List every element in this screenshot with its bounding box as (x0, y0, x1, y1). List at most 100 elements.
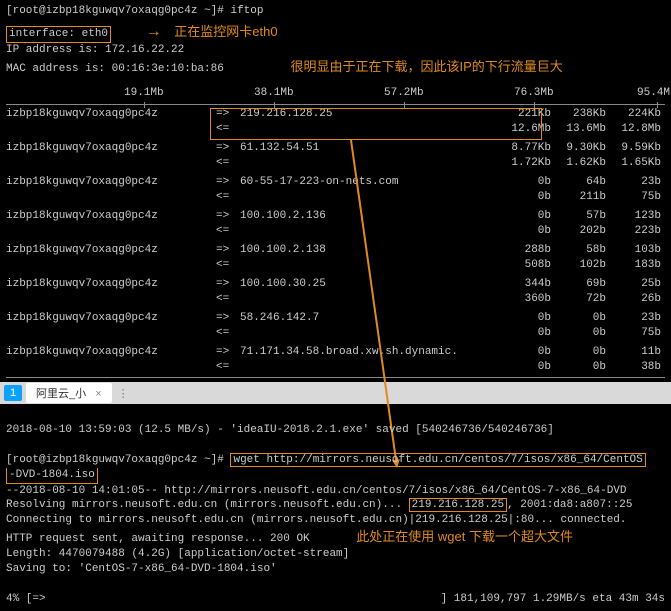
rate: 103b (606, 243, 665, 258)
flow-rx: <=0b211b75b (6, 190, 665, 205)
tab-active[interactable]: 阿里云_小 × (26, 383, 112, 403)
rate: 202b (551, 224, 606, 239)
tab-status-badge[interactable]: 1 (4, 385, 22, 401)
wget-terminal: 2018-08-10 13:59:03 (12.5 MB/s) - 'ideaI… (0, 404, 671, 610)
dir-tx-icon: => (216, 209, 240, 224)
wget-output: --2018-08-10 14:01:05-- http://mirrors.n… (6, 484, 665, 499)
host: izbp18kguwqv7oxaqg0pc4z (6, 345, 216, 360)
flow-tx: izbp18kguwqv7oxaqg0pc4z=>58.246.142.70b0… (6, 311, 665, 326)
tab-menu-icon[interactable]: ⋮ (118, 387, 129, 400)
rate: 0b (551, 360, 606, 375)
rate: 26b (606, 292, 665, 307)
rate: 57b (551, 209, 606, 224)
rate: 0b (496, 190, 551, 205)
flow-rx: <=0b202b223b (6, 224, 665, 239)
tab-bar: 1 阿里云_小 × ⋮ (0, 382, 671, 404)
wget-output-row: HTTP request sent, awaiting response... … (6, 528, 665, 547)
flow-rows: izbp18kguwqv7oxaqg0pc4z=>219.216.128.252… (6, 107, 665, 375)
flow-rx: <=0b0b38b (6, 360, 665, 375)
saved-line: 2018-08-10 13:59:03 (12.5 MB/s) - 'ideaI… (6, 423, 665, 438)
rate: 223b (606, 224, 665, 239)
interface-label-box: interface: eth0 (6, 26, 111, 43)
dir-rx-icon: <= (216, 122, 240, 137)
wget-output: Resolving mirrors.neusoft.edu.cn (mirror… (6, 498, 665, 513)
rate: 0b (496, 326, 551, 341)
arrow-icon: → (146, 23, 162, 40)
iftop-terminal: [root@izbp18kguwqv7oxaqg0pc4z ~]# iftop … (0, 0, 671, 382)
progress-line: 4% [=> ] 181,109,797 1.29MB/s eta 43m 34… (6, 592, 665, 607)
rate: 102b (551, 258, 606, 273)
tab-close-icon[interactable]: × (95, 388, 101, 400)
dir-tx-icon: => (216, 175, 240, 190)
rate: 9.59Kb (606, 141, 665, 156)
wget-output: Connecting to mirrors.neusoft.edu.cn (mi… (6, 513, 665, 528)
host: izbp18kguwqv7oxaqg0pc4z (6, 209, 216, 224)
flow-tx: izbp18kguwqv7oxaqg0pc4z=>100.100.30.2534… (6, 277, 665, 292)
dir-tx-icon: => (216, 243, 240, 258)
flow-rx: <=1.72Kb1.62Kb1.65Kb (6, 156, 665, 171)
divider (6, 377, 665, 378)
host: izbp18kguwqv7oxaqg0pc4z (6, 311, 216, 326)
rate: 0b (496, 345, 551, 360)
dir-tx-icon: => (216, 345, 240, 360)
annotation-monitoring: 正在监控网卡eth0 (174, 24, 277, 39)
peer: 60-55-17-223-on-nets.com (240, 175, 496, 190)
flow-rx: <=360b72b26b (6, 292, 665, 307)
dir-tx-icon: => (216, 311, 240, 326)
host: izbp18kguwqv7oxaqg0pc4z (6, 277, 216, 292)
rate: 1.72Kb (496, 156, 551, 171)
scale-tick: 19.1Mb (124, 86, 164, 101)
rate: 64b (551, 175, 606, 190)
rate: 224Kb (606, 107, 665, 122)
tab-label: 阿里云_小 (36, 388, 86, 400)
interface-row: interface: eth0 → 正在监控网卡eth0 (6, 21, 665, 43)
rate: 38b (606, 360, 665, 375)
prompt-user: root@izbp18kguwqv7oxaqg0pc4z (13, 454, 198, 466)
rate: 9.30Kb (551, 141, 606, 156)
prompt-line: [root@izbp18kguwqv7oxaqg0pc4z ~]# iftop (6, 4, 665, 19)
rate: 75b (606, 190, 665, 205)
dir-tx-icon: => (216, 277, 240, 292)
command: iftop (230, 5, 263, 17)
rate: 0b (496, 175, 551, 190)
rate: 58b (551, 243, 606, 258)
scale-tick: 76.3Mb (514, 86, 554, 101)
peer: 58.246.142.7 (240, 311, 496, 326)
host: izbp18kguwqv7oxaqg0pc4z (6, 141, 216, 156)
flow-tx: izbp18kguwqv7oxaqg0pc4z=>71.171.34.58.br… (6, 345, 665, 360)
rate: 288b (496, 243, 551, 258)
rate: 75b (606, 326, 665, 341)
wget-command-box: wget http://mirrors.neusoft.edu.cn/cento… (230, 453, 645, 467)
bandwidth-scale: 19.1Mb 38.1Mb 57.2Mb 76.3Mb 95.4Mb (6, 82, 665, 105)
host: izbp18kguwqv7oxaqg0pc4z (6, 107, 216, 122)
wget-output: Length: 4470079488 (4.2G) [application/o… (6, 547, 665, 562)
annotation-wget: 此处正在使用 wget 下载一个超大文件 (356, 529, 573, 544)
flow-tx: izbp18kguwqv7oxaqg0pc4z=>61.132.54.518.7… (6, 141, 665, 156)
dir-rx-icon: <= (216, 258, 240, 273)
flow-tx: izbp18kguwqv7oxaqg0pc4z=>219.216.128.252… (6, 107, 665, 122)
rate: 72b (551, 292, 606, 307)
rate: 13.6Mb (551, 122, 606, 137)
dir-rx-icon: <= (216, 360, 240, 375)
peer: 100.100.2.136 (240, 209, 496, 224)
scale-tick: 95.4Mb (637, 86, 671, 101)
dir-rx-icon: <= (216, 190, 240, 205)
dir-rx-icon: <= (216, 224, 240, 239)
wget-output: Saving to: 'CentOS-7-x86_64-DVD-1804.iso… (6, 562, 665, 577)
peer: 100.100.30.25 (240, 277, 496, 292)
wget-output: HTTP request sent, awaiting response... … (6, 533, 310, 545)
flow-rx: <=0b0b75b (6, 326, 665, 341)
scale-tick: 57.2Mb (384, 86, 424, 101)
host: izbp18kguwqv7oxaqg0pc4z (6, 175, 216, 190)
rate: 360b (496, 292, 551, 307)
rate: 0b (551, 311, 606, 326)
flow-tx: izbp18kguwqv7oxaqg0pc4z=>100.100.2.13828… (6, 243, 665, 258)
prompt-path: ~ (204, 454, 211, 466)
wget-command-box2: -DVD-1804.iso (6, 468, 98, 484)
rate: 183b (606, 258, 665, 273)
wget-line: [root@izbp18kguwqv7oxaqg0pc4z ~]# wget h… (6, 453, 665, 468)
rate: 0b (496, 311, 551, 326)
mac-line: MAC address is: 00:16:3e:10:ba:86 (6, 62, 224, 77)
ip-line: IP address is: 172.16.22.22 (6, 43, 665, 58)
rate: 1.65Kb (606, 156, 665, 171)
